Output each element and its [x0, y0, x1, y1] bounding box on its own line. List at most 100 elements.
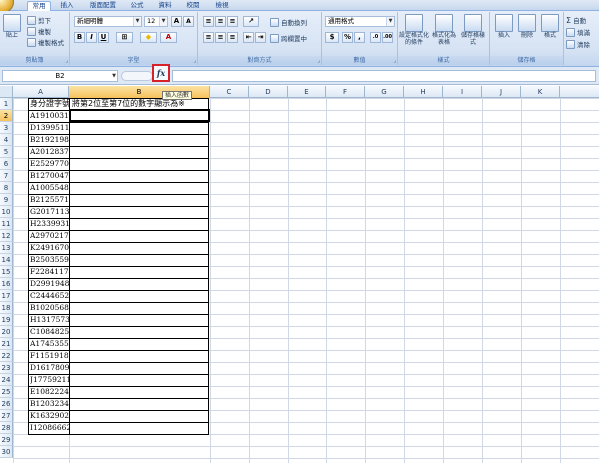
- active-cell-b2[interactable]: [69, 109, 210, 122]
- font-size-combo[interactable]: 12 ▼: [144, 16, 168, 27]
- copy-button[interactable]: 複製: [27, 26, 51, 36]
- grow-font-button[interactable]: A: [171, 16, 182, 27]
- increase-decimal-button[interactable]: .0: [370, 32, 381, 43]
- tab-data[interactable]: 資料: [156, 1, 174, 11]
- paste-button[interactable]: 貼上: [3, 14, 21, 39]
- row-header-5[interactable]: 5: [0, 146, 13, 158]
- font-color-button[interactable]: A: [160, 32, 177, 43]
- row-header-2[interactable]: 2: [0, 110, 13, 122]
- underline-button[interactable]: U: [98, 32, 109, 43]
- cell-a27[interactable]: K163290291: [30, 410, 69, 422]
- row-header-20[interactable]: 20: [0, 326, 13, 338]
- row-header-17[interactable]: 17: [0, 290, 13, 302]
- percent-button[interactable]: %: [342, 32, 353, 43]
- cell-a3[interactable]: D139951190: [30, 122, 69, 134]
- align-bottom-button[interactable]: ≡: [227, 16, 238, 27]
- cell-a8[interactable]: A100554844: [30, 182, 69, 194]
- column-header-blank[interactable]: [560, 86, 599, 98]
- row-header-30[interactable]: 30: [0, 446, 13, 458]
- cut-button[interactable]: 剪下: [27, 15, 51, 25]
- column-header-d[interactable]: D: [249, 86, 288, 98]
- row-header-15[interactable]: 15: [0, 266, 13, 278]
- decrease-indent-button[interactable]: ⇤: [243, 32, 254, 43]
- row-header-24[interactable]: 24: [0, 374, 13, 386]
- cell-a10[interactable]: G201711387: [30, 206, 69, 218]
- row-header-25[interactable]: 25: [0, 386, 13, 398]
- row-header-16[interactable]: 16: [0, 278, 13, 290]
- insert-cells-button[interactable]: 插入: [493, 14, 515, 39]
- font-name-combo[interactable]: 新細明體 ▼: [74, 16, 142, 27]
- bold-button[interactable]: B: [74, 32, 85, 43]
- cell-a1-header[interactable]: 身分證字號: [30, 98, 70, 110]
- cell-a18[interactable]: B102056842: [30, 302, 69, 314]
- comma-button[interactable]: ,: [354, 32, 365, 43]
- increase-indent-button[interactable]: ⇥: [255, 32, 266, 43]
- cell-a19[interactable]: H131757345: [30, 314, 69, 326]
- formula-input[interactable]: [172, 70, 596, 82]
- cell-a12[interactable]: A297021794: [30, 230, 69, 242]
- align-right-button[interactable]: ≡: [227, 32, 238, 43]
- shrink-font-button[interactable]: A: [183, 16, 194, 27]
- clipboard-launcher-icon[interactable]: ⌟: [65, 57, 68, 64]
- number-launcher-icon[interactable]: ⌟: [393, 57, 396, 64]
- cell-a15[interactable]: F228411748: [30, 266, 69, 278]
- column-header-i[interactable]: I: [443, 86, 482, 98]
- wrap-text-button[interactable]: 自動換列: [270, 17, 307, 27]
- cell-a2[interactable]: A191003147: [30, 110, 69, 122]
- cell-a9[interactable]: B212557152: [30, 194, 69, 206]
- alignment-launcher-icon[interactable]: ⌟: [317, 57, 320, 64]
- select-all-corner[interactable]: [0, 86, 13, 98]
- column-header-c[interactable]: C: [210, 86, 249, 98]
- row-header-12[interactable]: 12: [0, 230, 13, 242]
- row-header-9[interactable]: 9: [0, 194, 13, 206]
- merge-center-button[interactable]: 跨欄置中: [270, 33, 307, 43]
- align-center-button[interactable]: ≡: [215, 32, 226, 43]
- tab-insert[interactable]: 插入: [58, 1, 76, 11]
- tab-page-layout[interactable]: 版面配置: [86, 1, 120, 11]
- cell-a6[interactable]: E252977060: [30, 158, 69, 170]
- cell-a22[interactable]: F115191827: [30, 350, 69, 362]
- cell-a5[interactable]: A201283702: [30, 146, 69, 158]
- row-header-7[interactable]: 7: [0, 170, 13, 182]
- row-header-28[interactable]: 28: [0, 422, 13, 434]
- cell-a26[interactable]: B120323453: [30, 398, 69, 410]
- row-header-1[interactable]: 1: [0, 98, 13, 110]
- row-header-13[interactable]: 13: [0, 242, 13, 254]
- format-cells-button[interactable]: 格式: [539, 14, 561, 39]
- fill-button[interactable]: 填滿: [566, 27, 590, 37]
- row-header-21[interactable]: 21: [0, 338, 13, 350]
- cell-a14[interactable]: B250355901: [30, 254, 69, 266]
- row-header-18[interactable]: 18: [0, 302, 13, 314]
- tab-formulas[interactable]: 公式: [128, 1, 146, 11]
- cell-a16[interactable]: D299194846: [30, 278, 69, 290]
- format-as-table-button[interactable]: 格式化為表格: [430, 14, 458, 46]
- cell-a25[interactable]: E108222450: [30, 386, 69, 398]
- column-header-e[interactable]: E: [288, 86, 326, 98]
- row-header-26[interactable]: 26: [0, 398, 13, 410]
- cell-a11[interactable]: H233993136: [30, 218, 69, 230]
- decrease-decimal-button[interactable]: .00: [382, 32, 393, 43]
- conditional-formatting-button[interactable]: 設定格式化的條件: [399, 14, 429, 46]
- name-box[interactable]: B2 ▼: [2, 70, 118, 82]
- cell-a21[interactable]: A174535533: [30, 338, 69, 350]
- row-header-22[interactable]: 22: [0, 350, 13, 362]
- row-header-10[interactable]: 10: [0, 206, 13, 218]
- tab-home[interactable]: 常用: [27, 1, 51, 11]
- row-header-11[interactable]: 11: [0, 218, 13, 230]
- row-header-19[interactable]: 19: [0, 314, 13, 326]
- orientation-button[interactable]: ↗: [243, 16, 259, 27]
- column-header-h[interactable]: H: [404, 86, 443, 98]
- row-header-8[interactable]: 8: [0, 182, 13, 194]
- row-header-4[interactable]: 4: [0, 134, 13, 146]
- row-header-27[interactable]: 27: [0, 410, 13, 422]
- italic-button[interactable]: I: [86, 32, 97, 43]
- borders-button[interactable]: ⊞: [116, 32, 133, 43]
- insert-function-button[interactable]: fx: [152, 64, 170, 82]
- cell-styles-button[interactable]: 儲存格樣式: [459, 14, 487, 46]
- row-header-3[interactable]: 3: [0, 122, 13, 134]
- cell-a4[interactable]: B219219806: [30, 134, 69, 146]
- row-header-23[interactable]: 23: [0, 362, 13, 374]
- align-left-button[interactable]: ≡: [203, 32, 214, 43]
- cell-a23[interactable]: D161780965: [30, 362, 69, 374]
- clear-button[interactable]: 清除: [566, 39, 590, 49]
